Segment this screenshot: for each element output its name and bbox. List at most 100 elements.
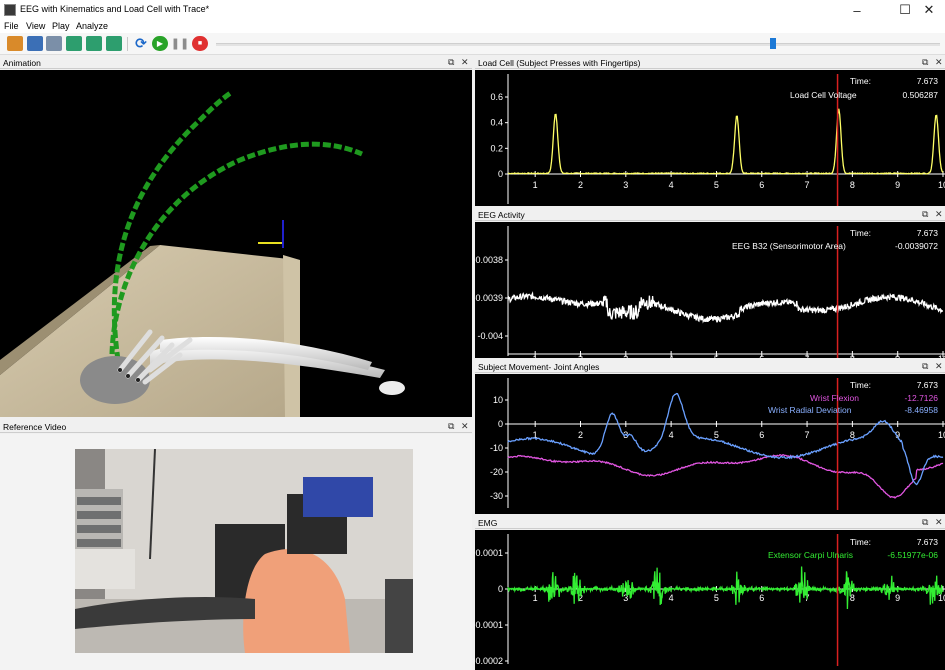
eeg-xtick-label: 4 (669, 354, 674, 358)
emg-float-icon[interactable]: ⧉ (922, 517, 928, 528)
menu-view[interactable]: View (26, 21, 45, 31)
loadcell-chart: 0.6 0.4 0.2 0 1 2 3 4 5 6 7 8 9 10 (490, 74, 945, 206)
eeg-close-icon[interactable]: ✕ (935, 209, 943, 220)
app-icon (4, 4, 16, 16)
joints-chart: 100-10-20-3012345678910 (490, 378, 945, 510)
close-window-button[interactable]: ✕ (912, 0, 945, 20)
eeg-xtick-label: 5 (714, 354, 719, 358)
refresh-icon[interactable]: ⟳ (133, 35, 149, 51)
video-panel-header (0, 420, 472, 433)
video-panel-title: Reference Video (3, 422, 67, 432)
joints-close-icon[interactable]: ✕ (935, 361, 943, 372)
joints-time-value: 7.673 (916, 380, 938, 390)
emg-ytick-label: 0 (498, 584, 503, 594)
eeg-series-value: -0.0039072 (894, 241, 938, 251)
loadcell-xtick-label: 1 (533, 180, 538, 190)
open-icon[interactable] (27, 36, 43, 51)
animation-close-icon[interactable]: ✕ (461, 57, 469, 68)
loadcell-ytick-label: 0.4 (490, 118, 503, 128)
joints-ytick-label: -20 (490, 467, 503, 477)
scene-icon[interactable] (7, 36, 23, 51)
animation-scene (0, 89, 405, 417)
animation-viewport[interactable] (0, 70, 472, 417)
video-frame-image (75, 449, 413, 653)
joints-float-icon[interactable]: ⧉ (922, 361, 928, 372)
joints-ytick-label: -10 (490, 443, 503, 453)
eeg-time-value: 7.673 (916, 228, 938, 238)
joints-xtick-label: 5 (714, 430, 719, 440)
elbow-joint (379, 381, 405, 395)
loadcell-time-value: 7.673 (916, 76, 938, 86)
joints-radial-value: -8.46958 (904, 405, 938, 415)
toolbar-divider (127, 37, 128, 51)
eeg-xtick-label: 9 (895, 354, 900, 358)
table-side (283, 255, 300, 417)
emg-xtick-label: 4 (669, 593, 674, 603)
emg-series-label: Extensor Carpi Ulnaris (768, 550, 854, 560)
stop-icon[interactable]: ■ (192, 36, 208, 51)
loadcell-ytick-label: 0.2 (490, 143, 503, 153)
eeg-float-icon[interactable]: ⧉ (922, 209, 928, 220)
joints-xtick-label: 4 (669, 430, 674, 440)
eeg-xtick-label: 7 (805, 354, 810, 358)
eeg-plot-area[interactable]: -0.0038 -0.0039 -0.004 1 2 3 4 5 6 7 8 9 10 (475, 222, 945, 358)
animation-panel-title: Animation (3, 58, 41, 68)
joints-flexion-value: -12.7126 (904, 393, 938, 403)
window-title: EEG with Kinematics and Load Cell with T… (20, 4, 210, 14)
eeg-xtick-label: 3 (623, 354, 628, 358)
minimize-button[interactable]: – (840, 0, 874, 20)
signal-add-icon[interactable] (86, 36, 102, 51)
loadcell-series-label: Load Cell Voltage (790, 90, 857, 100)
loadcell-float-icon[interactable]: ⧉ (922, 57, 928, 68)
emg-xtick-label: 5 (714, 593, 719, 603)
joints-flexion-label: Wrist Flexion (810, 393, 859, 403)
timeline-slider-track[interactable] (216, 43, 940, 46)
loadcell-time-label: Time: (850, 76, 871, 86)
loadcell-trace (507, 108, 944, 175)
loadcell-ytick-label: 0.6 (490, 92, 503, 102)
pause-icon[interactable]: ❚❚ (171, 36, 189, 51)
loadcell-xtick-label: 8 (850, 180, 855, 190)
animation-float-icon[interactable]: ⧉ (448, 57, 454, 68)
joints-wrist-radial-deviation-trace (507, 392, 944, 486)
menu-bar (0, 20, 945, 33)
emg-time-value: 7.673 (916, 537, 938, 547)
emg-xtick-label: 6 (759, 593, 764, 603)
joints-plot-area[interactable]: 100-10-20-3012345678910 (475, 374, 945, 514)
loadcell-xtick-label: 7 (805, 180, 810, 190)
save-icon[interactable] (46, 36, 62, 51)
joints-ytick-label: 0 (498, 419, 503, 429)
menu-analyze[interactable]: Analyze (76, 21, 108, 31)
timeline-slider-thumb[interactable] (770, 38, 776, 49)
joints-panel-title: Subject Movement- Joint Angles (478, 362, 600, 372)
marker-dot (126, 374, 130, 378)
joints-xtick-label: 7 (805, 430, 810, 440)
eeg-panel-header (475, 208, 945, 221)
menu-file[interactable]: File (4, 21, 19, 31)
play-icon[interactable]: ▶ (152, 36, 168, 51)
eeg-xtick-label: 8 (850, 354, 855, 358)
signal-edit-icon[interactable] (106, 36, 122, 51)
video-float-icon[interactable]: ⧉ (448, 421, 454, 432)
eeg-xtick-label: 2 (578, 354, 583, 358)
emg-ytick-label: -0.0001 (475, 620, 503, 630)
eeg-cap (303, 477, 373, 517)
eeg-trace (507, 291, 944, 324)
signal-wave-icon[interactable] (66, 36, 82, 51)
loadcell-plot-area[interactable]: 0.6 0.4 0.2 0 1 2 3 4 5 6 7 8 9 10 (475, 70, 945, 206)
emg-close-icon[interactable]: ✕ (935, 517, 943, 528)
reference-video-frame[interactable] (75, 449, 413, 653)
loadcell-xtick-label: 6 (759, 180, 764, 190)
loadcell-close-icon[interactable]: ✕ (935, 57, 943, 68)
eeg-ytick-label: -0.004 (477, 331, 503, 341)
emg-time-label: Time: (850, 537, 871, 547)
joints-time-label: Time: (850, 380, 871, 390)
video-close-icon[interactable]: ✕ (461, 421, 469, 432)
menu-play[interactable]: Play (52, 21, 70, 31)
loadcell-xtick-label: 2 (578, 180, 583, 190)
eeg-ytick-label: -0.0039 (475, 293, 503, 303)
marker-dot (136, 378, 140, 382)
eeg-time-label: Time: (850, 228, 871, 238)
loadcell-xtick-label: 5 (714, 180, 719, 190)
loadcell-xtick-label: 10 (938, 180, 945, 190)
